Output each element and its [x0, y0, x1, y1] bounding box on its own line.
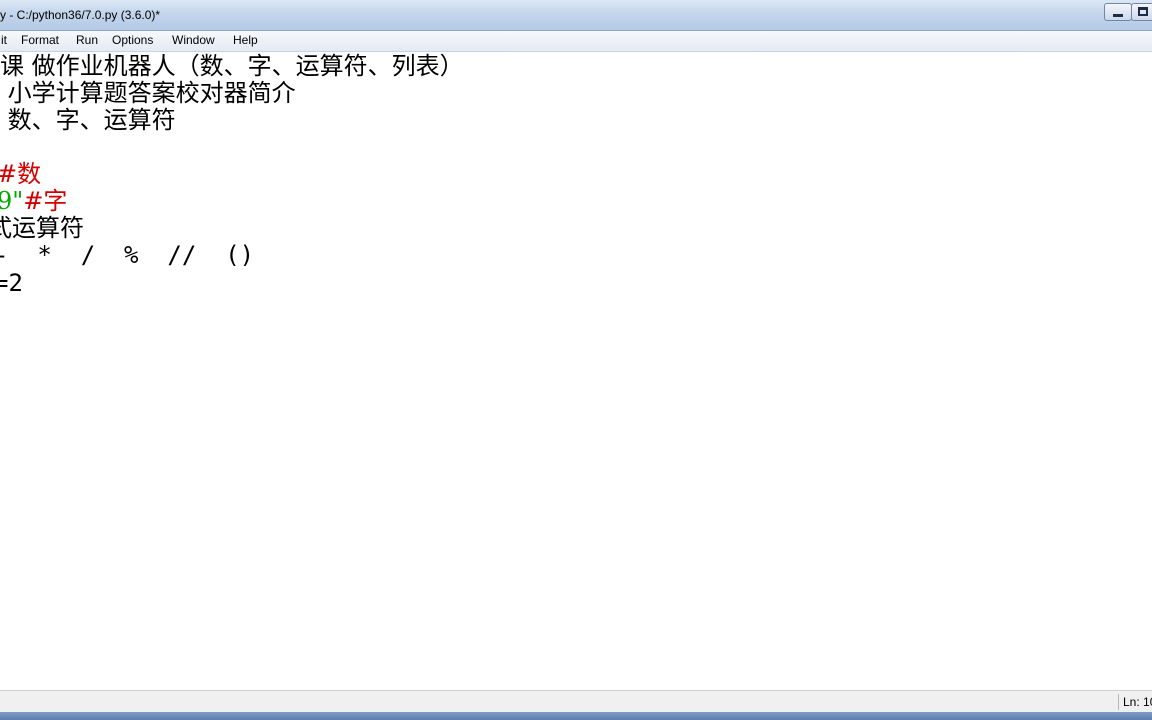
minimize-button[interactable]	[1104, 3, 1132, 21]
code-line-1: 课 做作业机器人（数、字、运算符、列表）	[0, 52, 464, 80]
status-separator	[1118, 694, 1119, 710]
code-line-9: =2	[0, 269, 23, 297]
menu-edit[interactable]: it	[0, 33, 8, 47]
menu-help[interactable]: Help	[232, 33, 259, 47]
string-literal: 9"	[0, 187, 24, 215]
menu-window[interactable]: Window	[171, 33, 216, 47]
window-bottom-edge	[0, 712, 1152, 720]
code-line-3: 数、字、运算符	[0, 106, 176, 134]
menu-format[interactable]: Format	[20, 33, 60, 47]
code-line-7: 式运算符	[0, 214, 84, 242]
maximize-button[interactable]	[1131, 3, 1152, 21]
code-line-2: 小学计算题答案校对器简介	[0, 79, 296, 107]
code-line-6: 9"#字	[0, 188, 67, 215]
title-bar: y - C:/python36/7.0.py (3.6.0)*	[0, 0, 1152, 31]
minimize-icon	[1113, 14, 1123, 17]
menu-run[interactable]: Run	[75, 33, 99, 47]
code-line-5-comment: #数	[0, 160, 42, 188]
window-title: y - C:/python36/7.0.py (3.6.0)*	[0, 8, 161, 22]
menu-options[interactable]: Options	[111, 33, 154, 47]
code-line-8: - * / % // ()	[0, 241, 255, 269]
cursor-position: Ln: 10	[1123, 695, 1152, 709]
inline-comment: #字	[23, 187, 68, 215]
code-editor[interactable]: 课 做作业机器人（数、字、运算符、列表） 小学计算题答案校对器简介 数、字、运算…	[0, 52, 1152, 690]
status-bar: Ln: 10	[0, 690, 1152, 713]
maximize-icon	[1138, 7, 1148, 16]
menu-bar: it Format Run Options Window Help	[0, 31, 1152, 52]
